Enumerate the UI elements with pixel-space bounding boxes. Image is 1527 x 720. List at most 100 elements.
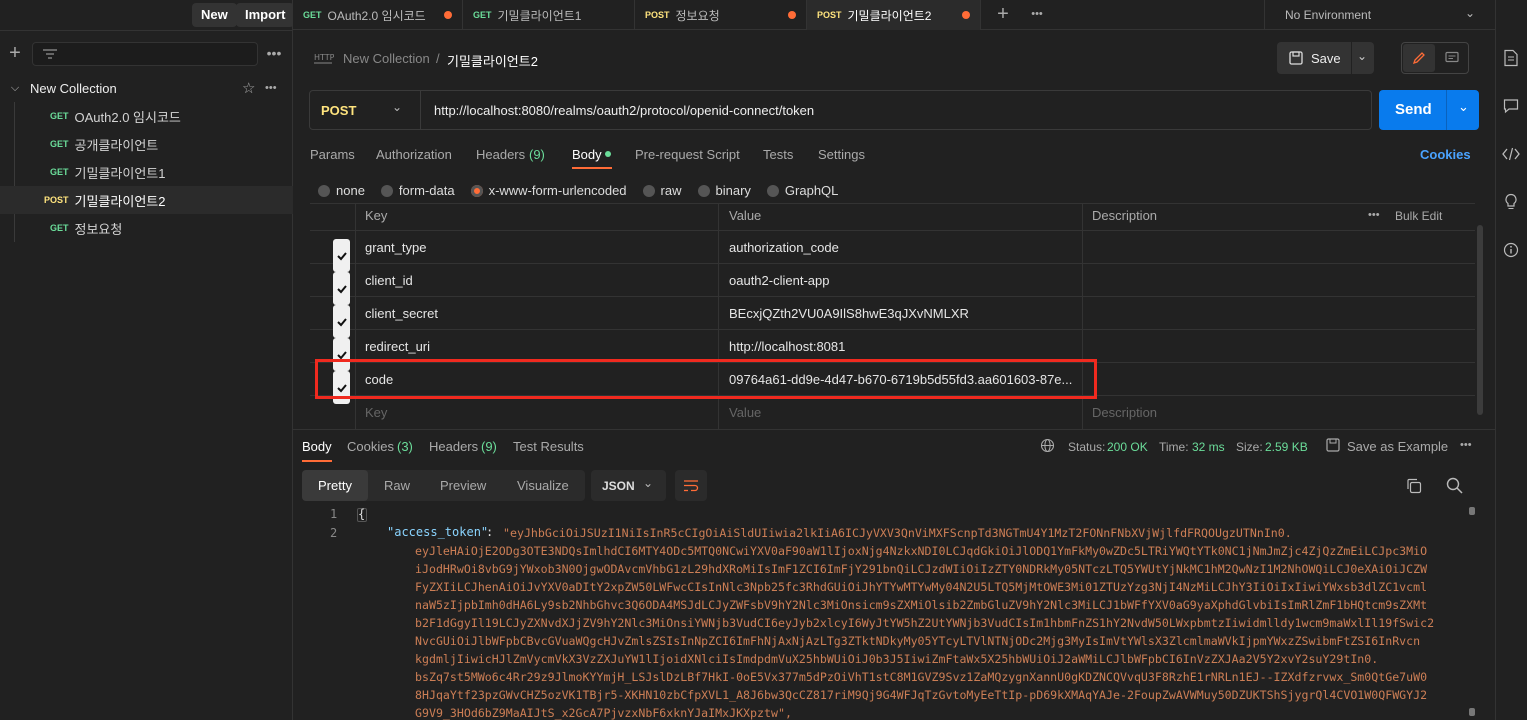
collection-row[interactable]: ⌵ New Collection ☆ ••• (0, 74, 293, 102)
headers-count: (9) (529, 147, 545, 162)
radio-x-www-form-urlencoded[interactable]: x-www-form-urlencoded (470, 183, 627, 198)
scrollbar[interactable] (1477, 225, 1483, 415)
scrollbar[interactable] (1469, 507, 1475, 515)
view-mode-pretty[interactable]: Pretty (302, 470, 368, 501)
radio-binary[interactable]: binary (697, 183, 751, 198)
breadcrumb-collection[interactable]: New Collection (343, 51, 430, 66)
info-icon[interactable] (1503, 242, 1519, 258)
save-as-example-button[interactable]: Save as Example (1347, 439, 1448, 454)
scrollbar-end[interactable] (1469, 708, 1475, 716)
table-row[interactable]: grant_type authorization_code (310, 231, 1475, 272)
request-tab-active[interactable]: POST 기밀클라이언트2 (807, 0, 981, 30)
more-icon[interactable]: ••• (264, 42, 284, 64)
sidebar-request-item-selected[interactable]: POST 기밀클라이언트2 (0, 186, 293, 214)
copy-icon[interactable] (1406, 478, 1422, 494)
save-button-group: Save ⌄ (1277, 42, 1374, 74)
sidebar-search-input[interactable] (32, 42, 258, 66)
plus-icon[interactable]: + (4, 42, 26, 64)
row-key[interactable]: grant_type (365, 231, 426, 264)
description-placeholder[interactable]: Description (1092, 396, 1157, 429)
method-select[interactable]: POST ⌄ (310, 91, 421, 129)
row-value[interactable]: authorization_code (729, 231, 839, 264)
send-button-group: Send ⌄ (1379, 90, 1479, 130)
lightbulb-icon[interactable] (1504, 193, 1518, 211)
row-key[interactable]: client_secret (365, 297, 438, 330)
save-button[interactable]: Save (1311, 51, 1341, 66)
table-row-placeholder[interactable]: Key Value Description (310, 396, 1475, 429)
request-tab[interactable]: GET 기밀클라이언트1 (463, 0, 635, 30)
tab-authorization[interactable]: Authorization (376, 147, 452, 162)
tab-tests[interactable]: Tests (763, 147, 793, 162)
new-tab-plus-icon[interactable]: + (993, 3, 1013, 25)
view-mode-raw[interactable]: Raw (384, 478, 410, 493)
sidebar-request-item[interactable]: GET 기밀클라이언트1 (0, 158, 293, 186)
column-header-key: Key (365, 208, 388, 223)
chevron-down-icon[interactable]: ⌵ (0, 82, 30, 95)
url-input[interactable]: http://localhost:8080/realms/oauth2/prot… (434, 103, 814, 118)
column-header-description: Description (1092, 208, 1158, 223)
format-label: JSON (602, 479, 635, 493)
sidebar-request-item[interactable]: GET 공개클라이언트 (0, 130, 293, 158)
import-button[interactable]: Import (236, 3, 295, 27)
save-options-chevron-icon[interactable]: ⌄ (1357, 49, 1367, 63)
collection-more-icon[interactable]: ••• (265, 82, 277, 94)
breadcrumb-request[interactable]: 기밀클라이언트2 (447, 51, 538, 70)
cookies-link[interactable]: Cookies (1420, 147, 1471, 162)
json-string-line: G9V9_3HOd6bZ9MaAIJtS_x2GcA7PjvzxNbF6xknY… (415, 706, 792, 720)
bulk-edit-button[interactable]: Bulk Edit (1395, 203, 1442, 231)
response-more-icon[interactable]: ••• (1460, 439, 1472, 451)
tab-body[interactable]: Body (572, 147, 602, 162)
json-string-line: bsZq7st5MWo6c4Rr29z9JlmoKYYmjH_LSJslDzLB… (415, 670, 1428, 684)
environment-selector[interactable]: No Environment ⌄ (1264, 0, 1489, 30)
view-mode-visualize[interactable]: Visualize (517, 478, 569, 493)
comment-icon[interactable] (1445, 51, 1459, 65)
tab-prerequest-script[interactable]: Pre-request Script (635, 147, 740, 162)
table-more-icon[interactable]: ••• (1368, 203, 1380, 231)
send-options-chevron-icon[interactable]: ⌄ (1458, 99, 1469, 115)
globe-icon[interactable] (1040, 438, 1055, 453)
response-tab-body[interactable]: Body (302, 439, 332, 454)
size-label: Size: (1236, 440, 1263, 454)
row-value[interactable]: BEcxjQZth2VU0A9IlS8hwE3qJXvNMLXR (729, 297, 969, 330)
new-button[interactable]: New (192, 3, 237, 27)
size-value: 2.59 KB (1265, 440, 1308, 454)
comments-icon[interactable] (1503, 98, 1519, 114)
filter-icon (43, 49, 57, 59)
divider (0, 30, 293, 31)
response-tab-headers[interactable]: Headers (429, 439, 478, 454)
edit-mode-button[interactable] (1403, 44, 1435, 72)
value-placeholder[interactable]: Value (729, 396, 761, 429)
tab-params[interactable]: Params (310, 147, 355, 162)
documentation-icon[interactable] (1503, 49, 1519, 67)
response-tab-test-results[interactable]: Test Results (513, 439, 584, 454)
sidebar-request-item[interactable]: GET OAuth2.0 임시코드 (0, 102, 293, 130)
wrap-lines-button[interactable] (675, 470, 707, 501)
sidebar: New Import + ••• ⌵ New Collection ☆ ••• … (0, 0, 295, 720)
search-icon[interactable] (1446, 477, 1463, 494)
row-key[interactable]: client_id (365, 264, 413, 297)
mode-toggle (1401, 42, 1469, 74)
star-icon[interactable]: ☆ (242, 79, 255, 97)
code-icon[interactable] (1502, 147, 1520, 161)
json-string-line: naW5zIjpbImh0dHA6Ly9sb2NhbGhvc3Q6ODA4MSJ… (415, 598, 1428, 612)
format-select[interactable]: JSON ⌄ (591, 470, 666, 501)
radio-raw[interactable]: raw (642, 183, 682, 198)
view-mode-preview[interactable]: Preview (440, 478, 486, 493)
radio-graphql[interactable]: GraphQL (766, 183, 838, 198)
radio-none[interactable]: none (318, 183, 365, 198)
request-tab[interactable]: POST 정보요청 (635, 0, 807, 30)
radio-form-data[interactable]: form-data (380, 183, 455, 198)
tabs-more-icon[interactable]: ••• (1027, 4, 1047, 24)
cookies-count: (3) (397, 439, 413, 454)
request-tab[interactable]: GET OAuth2.0 임시코드 (293, 0, 463, 30)
sidebar-request-item[interactable]: GET 정보요청 (0, 214, 293, 242)
table-row[interactable]: client_id oauth2-client-app (310, 264, 1475, 305)
tab-headers[interactable]: Headers (476, 147, 525, 162)
send-button[interactable]: Send (1395, 101, 1432, 118)
table-row[interactable]: client_secret BEcxjQZth2VU0A9IlS8hwE3qJX… (310, 297, 1475, 338)
row-value[interactable]: oauth2-client-app (729, 264, 829, 297)
response-tab-cookies[interactable]: Cookies (347, 439, 394, 454)
status-value: 200 OK (1107, 440, 1148, 454)
tab-settings[interactable]: Settings (818, 147, 865, 162)
key-placeholder[interactable]: Key (365, 396, 387, 429)
